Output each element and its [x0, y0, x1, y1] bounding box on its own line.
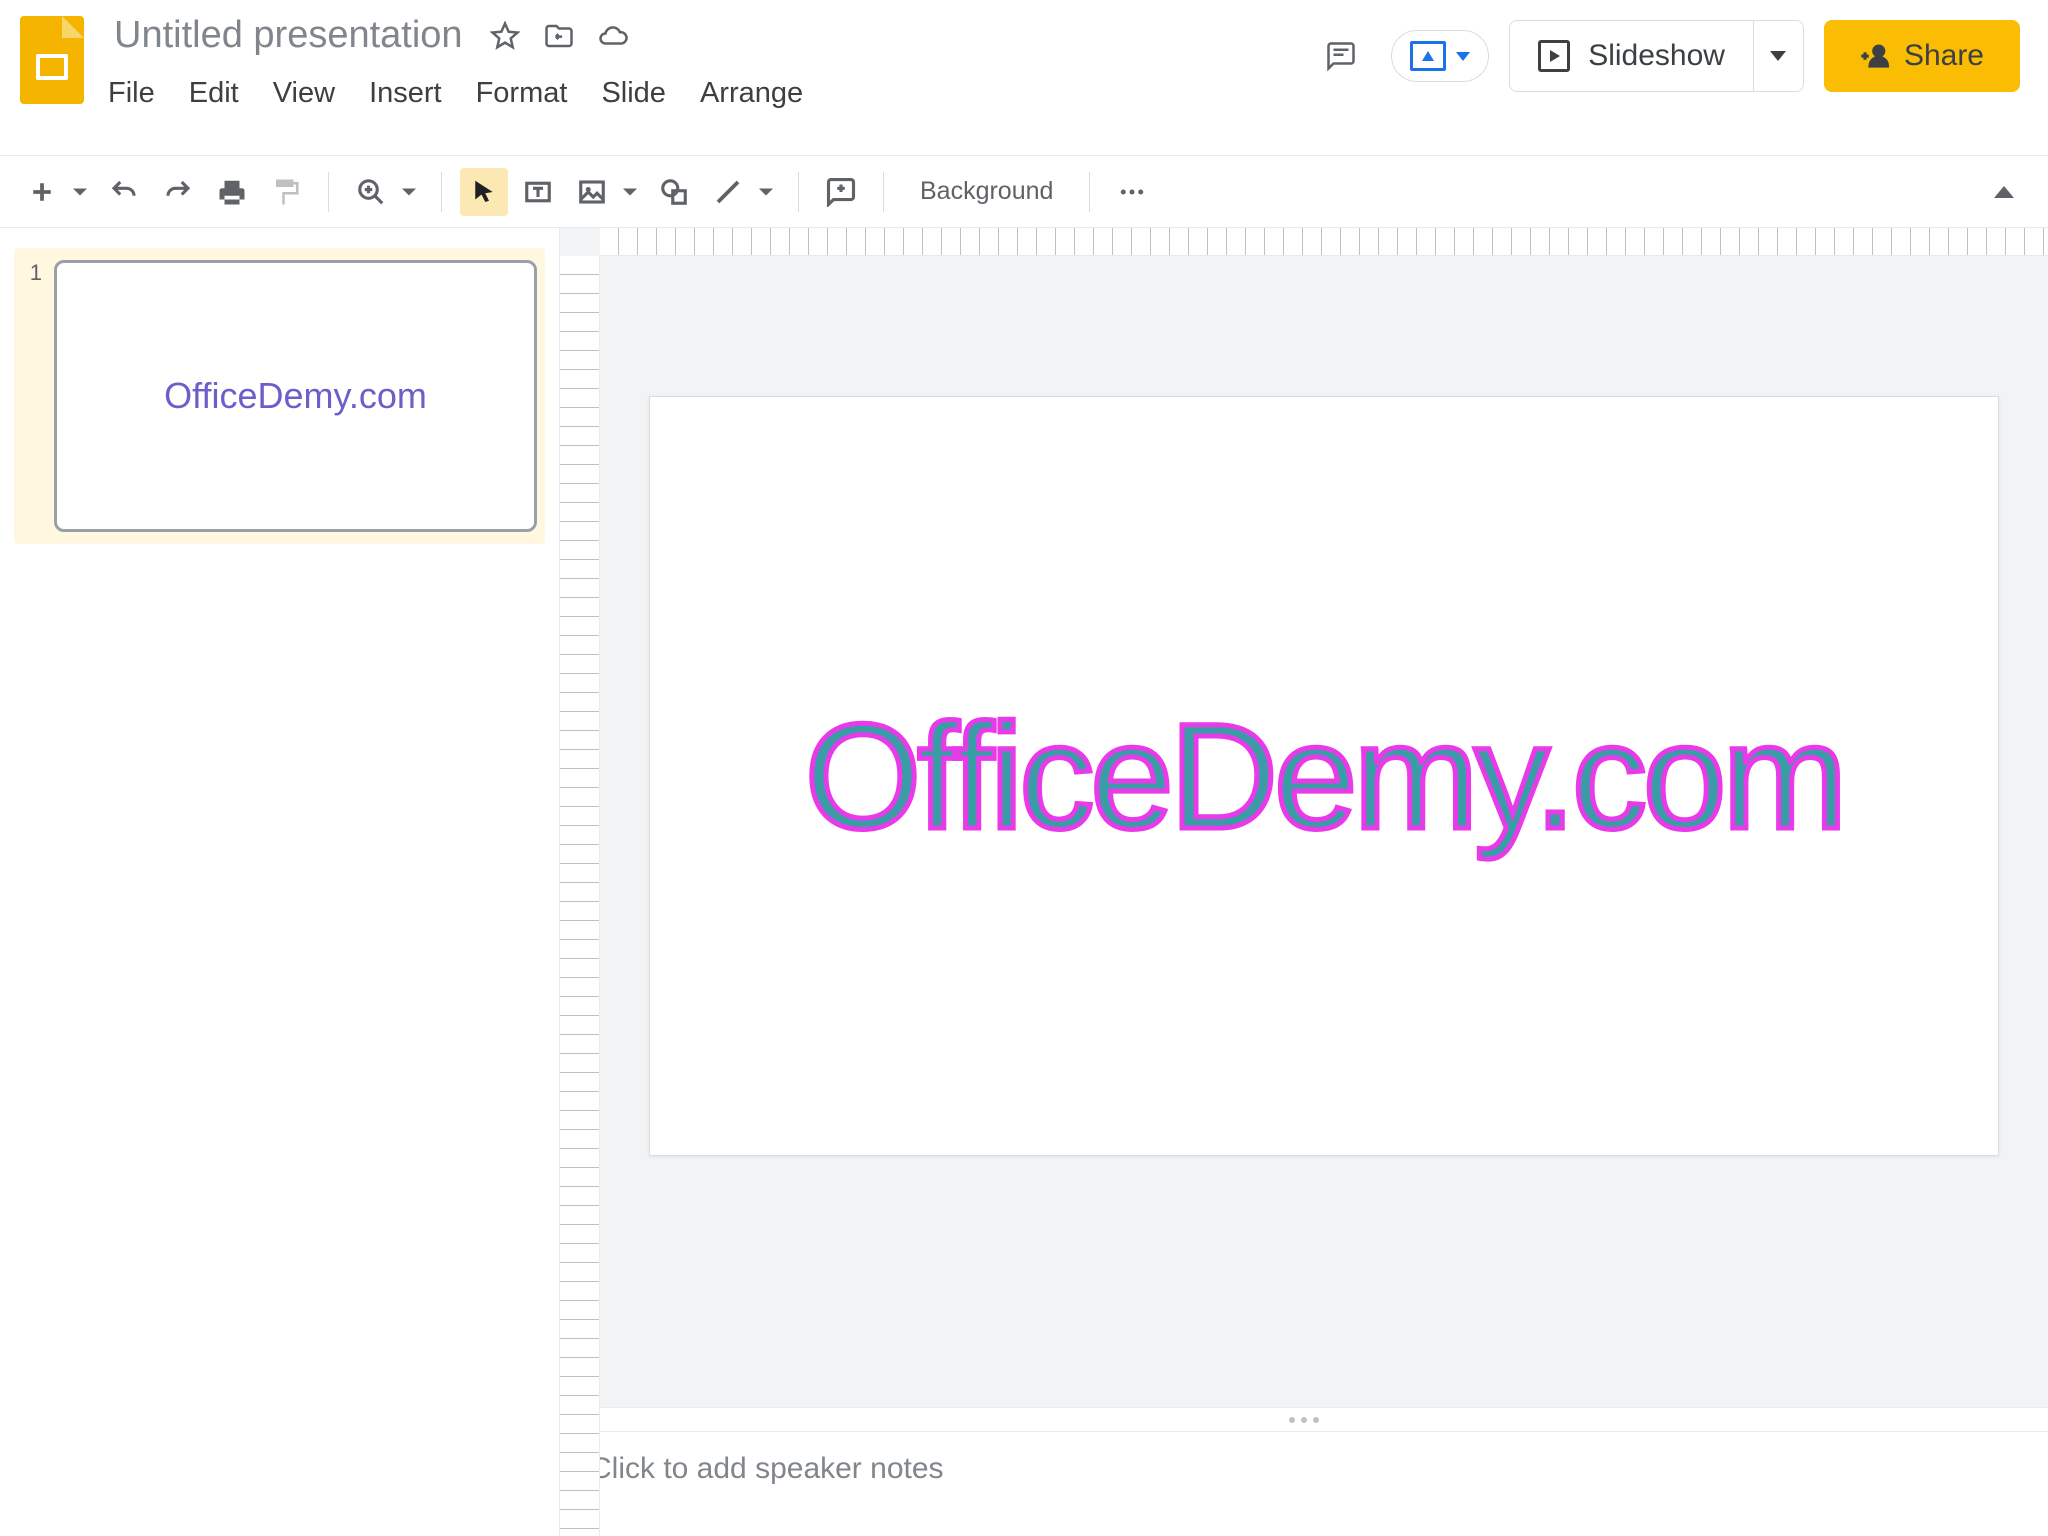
wordart-text[interactable]: OfficeDemy.com — [805, 690, 1844, 863]
zoom-dropdown[interactable] — [395, 168, 423, 216]
redo-button[interactable] — [154, 168, 202, 216]
menu-arrange[interactable]: Arrange — [700, 77, 803, 110]
print-button[interactable] — [208, 168, 256, 216]
slideshow-label: Slideshow — [1588, 39, 1725, 73]
move-folder-icon[interactable] — [541, 18, 577, 54]
menubar: File Edit View Insert Format Slide Arran… — [108, 77, 803, 110]
app-logo[interactable] — [20, 16, 84, 104]
slide-number: 1 — [18, 260, 42, 532]
thumb-text: OfficeDemy.com — [164, 375, 427, 417]
line-dropdown[interactable] — [752, 168, 780, 216]
comments-icon[interactable] — [1311, 26, 1371, 86]
menu-edit[interactable]: Edit — [189, 77, 239, 110]
present-dropdown[interactable] — [1391, 30, 1489, 82]
share-button[interactable]: Share — [1824, 20, 2020, 92]
notes-resize-handle[interactable] — [560, 1407, 2048, 1431]
chevron-down-icon — [1456, 52, 1470, 61]
menu-file[interactable]: File — [108, 77, 155, 110]
new-slide-button[interactable] — [18, 168, 66, 216]
slideshow-button[interactable]: Slideshow — [1509, 20, 1804, 92]
menu-slide[interactable]: Slide — [601, 77, 666, 110]
collapse-toolbar-icon[interactable] — [1994, 186, 2014, 198]
undo-button[interactable] — [100, 168, 148, 216]
cloud-status-icon[interactable] — [595, 18, 631, 54]
toolbar: Background — [0, 156, 2048, 228]
menu-format[interactable]: Format — [476, 77, 568, 110]
image-dropdown[interactable] — [616, 168, 644, 216]
more-tools-button[interactable] — [1108, 168, 1156, 216]
speaker-notes[interactable]: Click to add speaker notes — [560, 1431, 2048, 1536]
paint-format-button — [262, 168, 310, 216]
slideshow-dropdown[interactable] — [1753, 21, 1803, 91]
textbox-tool[interactable] — [514, 168, 562, 216]
slide-thumbnail[interactable]: 1 OfficeDemy.com — [14, 248, 545, 544]
play-icon — [1538, 40, 1570, 72]
shape-tool[interactable] — [650, 168, 698, 216]
vertical-ruler[interactable] — [560, 256, 600, 1536]
filmstrip: 1 OfficeDemy.com — [0, 228, 560, 1536]
zoom-button[interactable] — [347, 168, 395, 216]
select-tool[interactable] — [460, 168, 508, 216]
star-icon[interactable] — [487, 18, 523, 54]
canvas[interactable]: OfficeDemy.com — [600, 256, 2048, 1407]
comment-add-button[interactable] — [817, 168, 865, 216]
image-tool[interactable] — [568, 168, 616, 216]
horizontal-ruler[interactable] — [600, 228, 2048, 256]
person-plus-icon — [1860, 41, 1890, 71]
background-button[interactable]: Background — [902, 168, 1071, 216]
share-label: Share — [1904, 39, 1984, 73]
menu-insert[interactable]: Insert — [369, 77, 442, 110]
line-tool[interactable] — [704, 168, 752, 216]
menu-view[interactable]: View — [273, 77, 335, 110]
present-icon — [1410, 41, 1446, 71]
doc-title[interactable]: Untitled presentation — [108, 12, 469, 59]
slide[interactable]: OfficeDemy.com — [649, 396, 1999, 1156]
new-slide-dropdown[interactable] — [66, 168, 94, 216]
